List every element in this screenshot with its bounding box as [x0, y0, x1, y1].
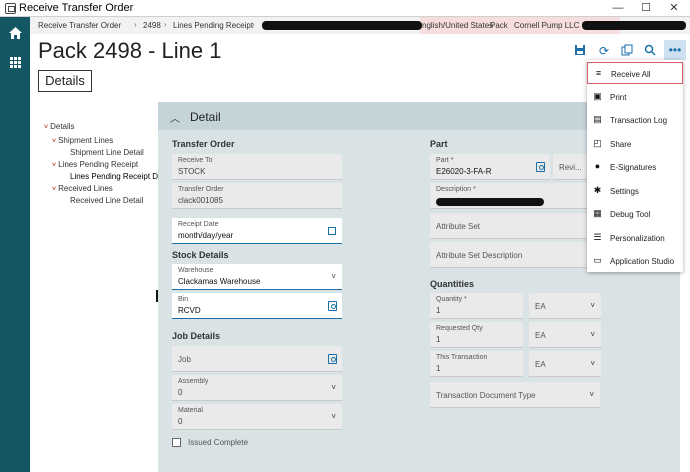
chevron-down-icon: ˅	[589, 390, 594, 399]
warehouse-select[interactable]: Warehouse Clackamas Warehouse ˅	[172, 264, 342, 290]
chevron-down-icon: ˅	[331, 412, 336, 421]
save-icon[interactable]	[573, 44, 587, 58]
maximize-button[interactable]: ☐	[632, 0, 660, 17]
issued-complete-checkbox[interactable]	[172, 438, 181, 447]
assembly-select[interactable]: Assembly 0 ˅	[172, 375, 342, 401]
breadcrumb-item-2498[interactable]: 2498	[143, 21, 161, 30]
attribute-set-input[interactable]: Attribute Set	[430, 213, 600, 239]
calendar-icon[interactable]	[328, 227, 336, 235]
chevron-down-icon: ˅	[331, 383, 336, 392]
issued-complete-label: Issued Complete	[188, 438, 249, 447]
redaction-bar	[436, 198, 544, 206]
bin-input[interactable]: Bin RCVD	[172, 293, 342, 319]
quantity-input[interactable]: Quantity * 1	[430, 293, 523, 319]
chevron-down-icon: ˅	[590, 301, 595, 310]
window-titlebar: Receive Transfer Order — ☐ ✕	[0, 0, 690, 17]
nav-rail	[0, 17, 30, 472]
job-input[interactable]: Job	[172, 346, 342, 372]
breadcrumb-separator: ›	[134, 20, 137, 29]
chevron-down-icon: ˅	[590, 359, 595, 368]
tree-item-lines-pending-receipt[interactable]: ˅ Lines Pending Receipt	[52, 160, 138, 169]
chevron-down-icon: ˅	[52, 162, 57, 169]
language-label[interactable]: nglish/United States	[422, 21, 493, 30]
section-job-details: Job Details	[172, 331, 221, 341]
refresh-icon[interactable]: ⟳	[597, 44, 611, 58]
window-title: Receive Transfer Order	[19, 2, 134, 14]
receipt-date-input[interactable]: Receipt Date month/day/year	[172, 218, 342, 244]
company-name[interactable]: Cornell Pump LLC	[514, 21, 579, 30]
chevron-down-icon: ˅	[590, 330, 595, 339]
bin-search-icon[interactable]	[328, 301, 337, 311]
home-icon[interactable]	[9, 27, 22, 39]
copy-icon[interactable]	[620, 44, 634, 58]
transfer-order-field: Transfer Order clack001085	[172, 183, 342, 209]
overflow-menu: ≡ Receive All ▣ Print ▤ Transaction Log …	[587, 60, 683, 272]
part-search-icon[interactable]	[536, 162, 545, 172]
requested-qty-field: Requested Qty 1	[430, 322, 523, 348]
this-transaction-uom-select[interactable]: EA ˅	[529, 351, 601, 377]
attribute-set-description-input[interactable]: Attribute Set Description	[430, 242, 600, 268]
print-icon: ▣	[593, 91, 602, 101]
chevron-down-icon: ˅	[331, 272, 336, 281]
app-icon	[5, 3, 16, 14]
breadcrumb-item-lines-pending[interactable]: Lines Pending Receipt	[173, 21, 253, 30]
esignature-icon: ●	[594, 161, 601, 171]
search-icon[interactable]	[643, 44, 657, 58]
menu-item-application-studio[interactable]: ▭ Application Studio	[587, 250, 683, 272]
personalization-icon: ☰	[593, 232, 602, 242]
minimize-button[interactable]: —	[604, 0, 632, 17]
share-icon: ◰	[593, 138, 602, 148]
company-pack[interactable]: Pack	[490, 21, 508, 30]
receive-to-field: Receive To STOCK	[172, 154, 342, 180]
menu-item-receive-all[interactable]: ≡ Receive All	[587, 62, 683, 84]
section-stock-details: Stock Details	[172, 250, 229, 260]
chevron-down-icon: ˅	[44, 124, 49, 131]
more-options-icon[interactable]: •••	[664, 40, 686, 60]
section-part: Part	[430, 139, 448, 149]
breadcrumb: Receive Transfer Order › 2498 › Lines Pe…	[30, 17, 690, 34]
receive-all-icon: ≡	[595, 68, 602, 78]
tree-item-shipment-line-detail[interactable]: Shipment Line Detail	[70, 148, 144, 157]
requested-uom-select[interactable]: EA ˅	[529, 322, 601, 348]
tree-item-details[interactable]: ˅ Details	[44, 122, 75, 131]
menu-item-print[interactable]: ▣ Print	[587, 86, 683, 108]
application-studio-icon: ▭	[593, 255, 602, 265]
this-transaction-field: This Transaction 1	[430, 351, 523, 377]
breadcrumb-separator: ›	[252, 20, 255, 29]
chevron-down-icon: ˅	[52, 138, 57, 145]
detail-title: Detail	[190, 110, 221, 124]
settings-icon: ✱	[593, 185, 602, 195]
job-search-icon[interactable]	[328, 354, 337, 364]
redaction-bar	[262, 21, 422, 30]
page-title: Pack 2498 - Line 1	[38, 38, 222, 63]
close-button[interactable]: ✕	[660, 0, 688, 17]
debug-tool-icon: ▦	[593, 208, 602, 218]
tree-item-received-lines[interactable]: ˅ Received Lines	[52, 184, 113, 193]
redaction-bar	[582, 21, 686, 30]
part-input[interactable]: Part * E26020-3-FA-R	[430, 154, 550, 180]
tab-details[interactable]: Details	[38, 70, 92, 92]
breadcrumb-separator: ›	[164, 20, 167, 29]
revision-input[interactable]: Revi...	[553, 154, 587, 180]
menu-item-debug-tool[interactable]: ▦ Debug Tool	[587, 203, 683, 225]
chevron-up-icon: ︿	[170, 114, 180, 125]
description-field[interactable]: Description *	[430, 183, 595, 209]
menu-item-esignatures[interactable]: ● E-Signatures	[587, 156, 683, 178]
menu-item-settings[interactable]: ✱ Settings	[587, 180, 683, 202]
menu-item-transaction-log[interactable]: ▤ Transaction Log	[587, 109, 683, 131]
menu-item-personalization[interactable]: ☰ Personalization	[587, 227, 683, 249]
chevron-down-icon: ˅	[52, 186, 57, 193]
section-quantities: Quantities	[430, 279, 475, 289]
tree-item-shipment-lines[interactable]: ˅ Shipment Lines	[52, 136, 113, 145]
material-select[interactable]: Material 0 ˅	[172, 404, 342, 430]
quantity-uom-select[interactable]: EA ˅	[529, 293, 601, 319]
breadcrumb-item-receive-transfer-order[interactable]: Receive Transfer Order	[38, 21, 121, 30]
menu-item-share[interactable]: ◰ Share	[587, 133, 683, 155]
apps-grid-icon[interactable]	[10, 57, 21, 68]
transaction-document-type-select[interactable]: Transaction Document Type ˅	[430, 382, 600, 408]
tree-navigation: ˅ Details ˅ Shipment Lines Shipment Line D…	[38, 102, 173, 472]
transaction-log-icon: ▤	[593, 114, 602, 124]
tree-item-received-line-detail[interactable]: Received Line Detail	[70, 196, 143, 205]
section-transfer-order: Transfer Order	[172, 139, 235, 149]
